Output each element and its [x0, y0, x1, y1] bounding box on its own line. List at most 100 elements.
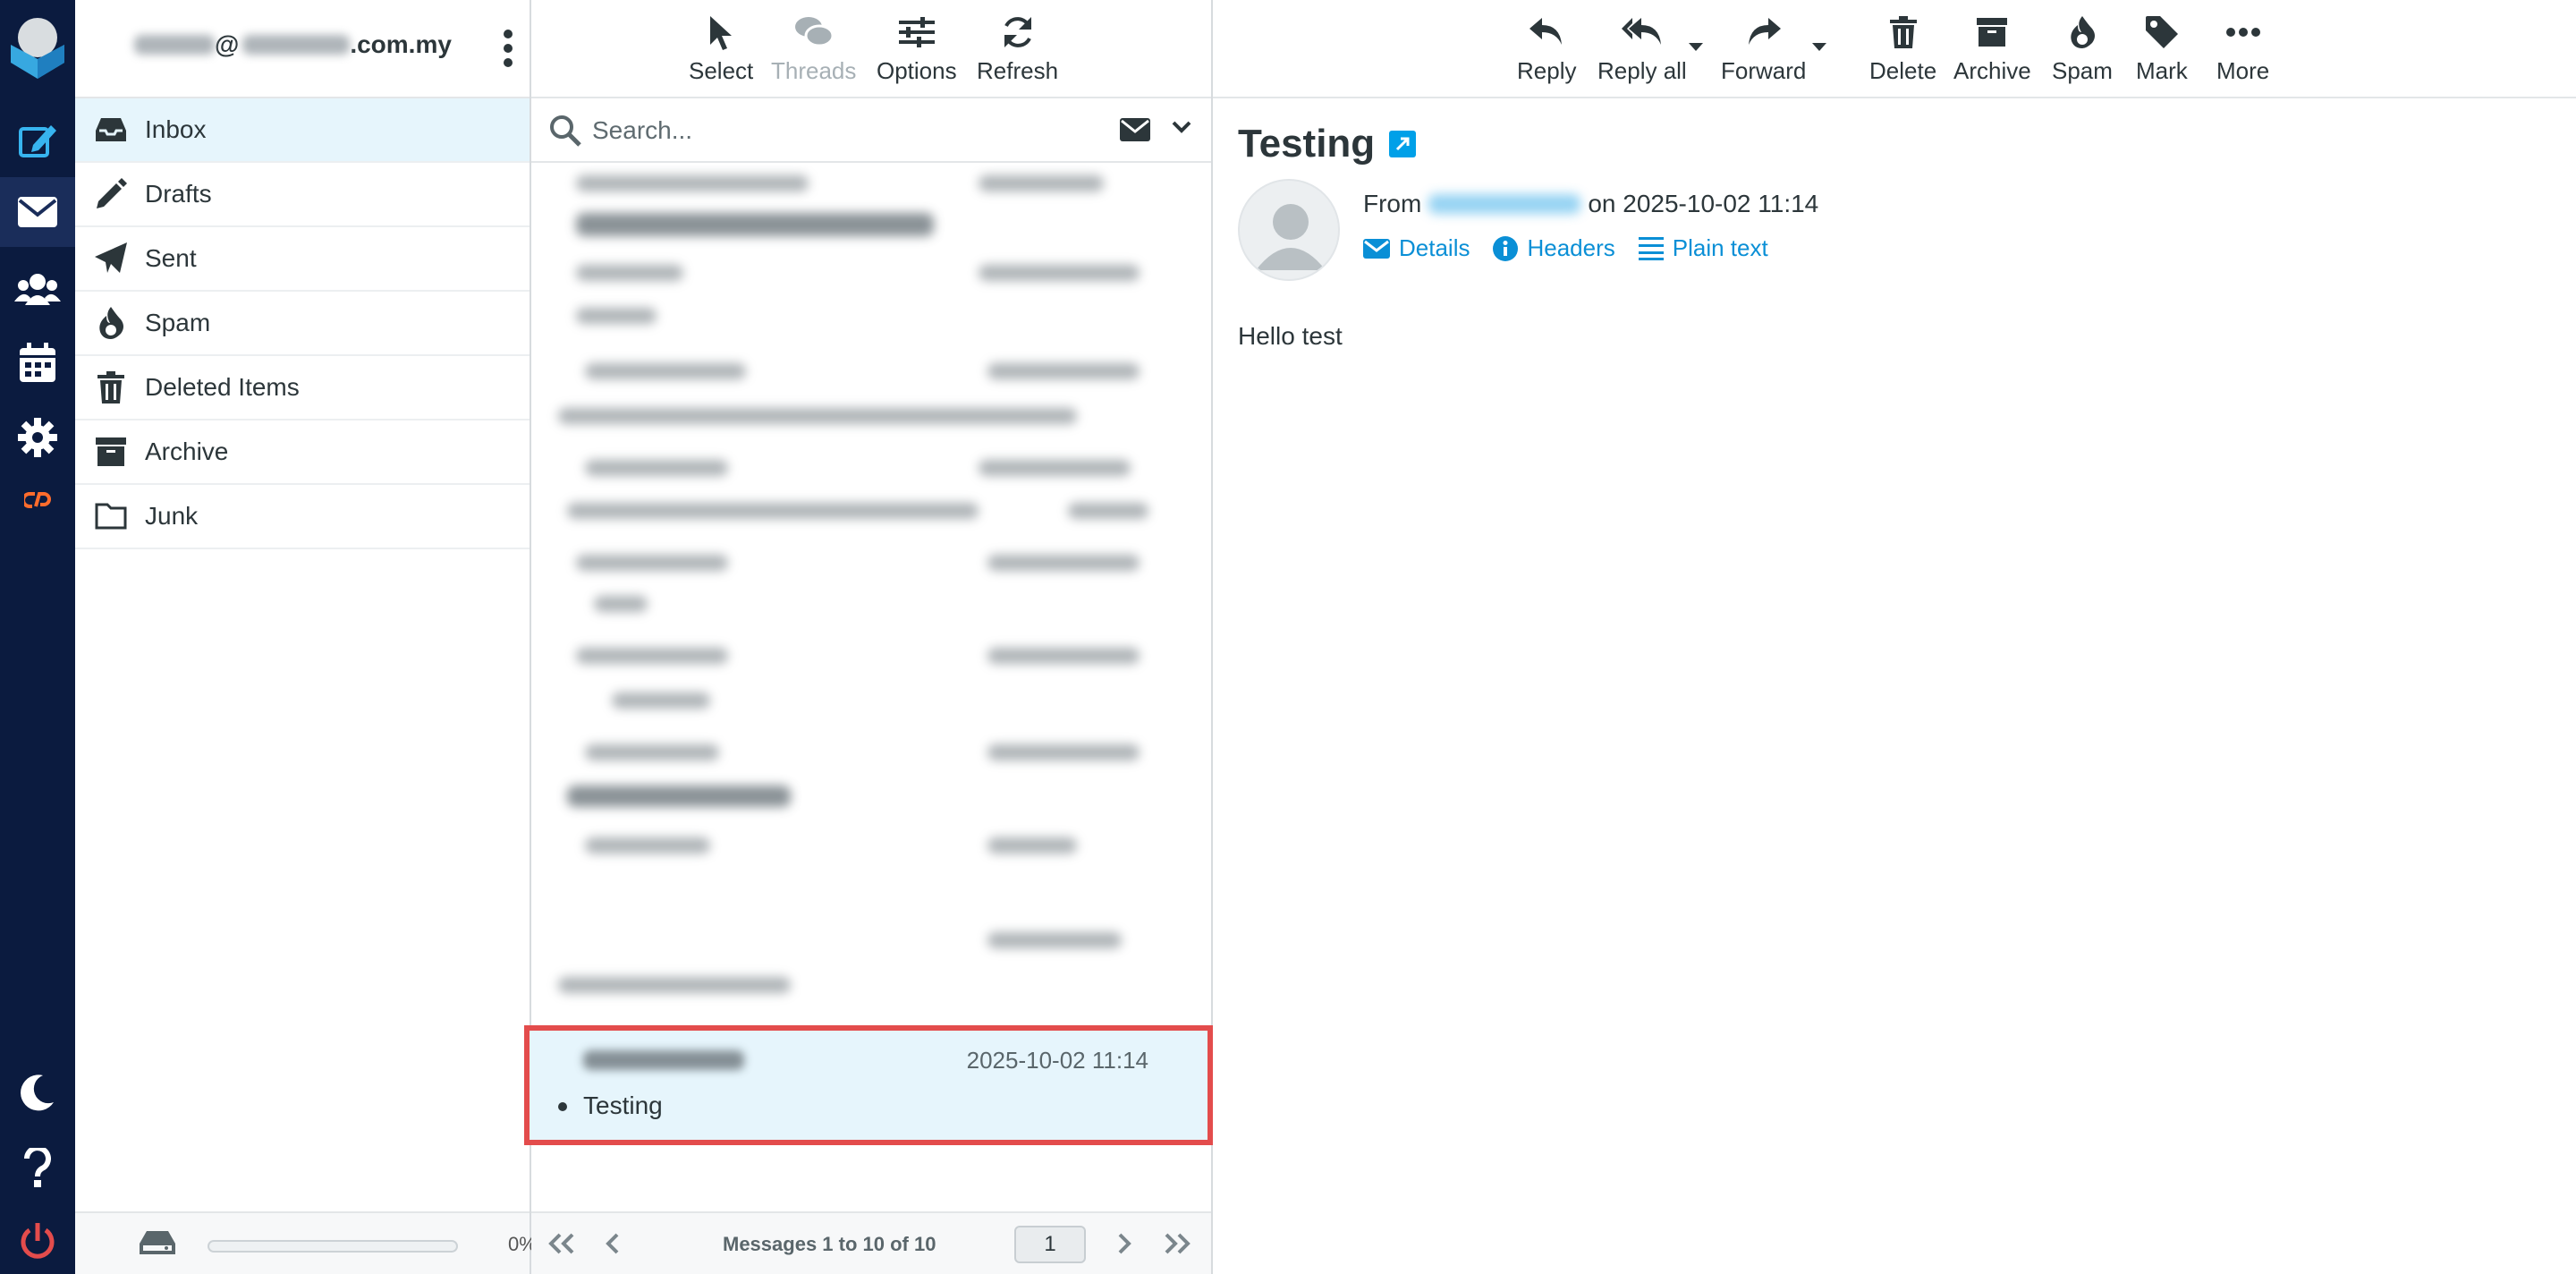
mark-button[interactable]: Mark — [2136, 7, 2188, 85]
chevron-down-icon[interactable] — [1172, 120, 1191, 134]
message-title: Testing — [1238, 122, 1417, 166]
roundcube-logo[interactable] — [5, 11, 70, 82]
contacts-button[interactable] — [0, 254, 75, 324]
refresh-icon — [1004, 17, 1031, 47]
compose-icon — [19, 125, 56, 157]
delete-button[interactable]: Delete — [1869, 7, 1936, 85]
cpanel-icon — [24, 492, 51, 508]
sender-name-blurred — [583, 1050, 744, 1074]
quota-footer: 0% — [75, 1211, 537, 1274]
select-button[interactable]: Select — [689, 7, 753, 85]
folder-label: Junk — [145, 502, 199, 530]
spam-button[interactable]: Spam — [2052, 7, 2113, 85]
archive-button[interactable]: Archive — [1953, 7, 2031, 85]
message-subject: Testing — [583, 1091, 663, 1119]
archive-icon — [1977, 18, 2008, 47]
prev-page-icon[interactable] — [605, 1231, 623, 1256]
message-count: Messages 1 to 10 of 10 — [723, 1233, 936, 1255]
sliders-icon — [898, 17, 935, 47]
folder-label: Deleted Items — [145, 373, 300, 401]
hard-drive-icon — [140, 1231, 175, 1254]
list-item[interactable] — [531, 172, 1211, 261]
headers-link[interactable]: Headers — [1493, 234, 1615, 262]
options-button[interactable]: Options — [877, 7, 957, 85]
envelope-icon — [1363, 238, 1390, 259]
search-bar — [531, 98, 1211, 163]
inbox-icon — [93, 112, 129, 148]
forward-button[interactable]: Forward — [1721, 7, 1806, 85]
compose-button[interactable] — [0, 106, 75, 175]
unread-dot — [558, 1102, 567, 1111]
selected-message-row[interactable]: 2025-10-02 11:14 Testing — [524, 1025, 1213, 1145]
fire-icon — [93, 305, 129, 341]
reply-button[interactable]: Reply — [1517, 7, 1576, 85]
folder-label: Spam — [145, 309, 211, 336]
list-item[interactable] — [531, 265, 1211, 354]
folder-spam[interactable]: Spam — [75, 292, 530, 356]
folder-archive[interactable]: Archive — [75, 420, 530, 485]
mail-button[interactable] — [0, 177, 75, 247]
question-icon — [24, 1148, 51, 1187]
reply-all-dropdown-icon[interactable] — [1689, 43, 1703, 51]
search-input[interactable] — [592, 111, 1057, 150]
account-header: @ .com.my — [75, 0, 530, 98]
message-toolbar: Reply Reply all Forward Delete Archive S… — [1213, 0, 2576, 98]
forward-icon — [1748, 18, 1781, 45]
first-page-icon[interactable] — [547, 1231, 576, 1256]
pagination-bar: Messages 1 to 10 of 10 1 — [531, 1211, 1211, 1274]
align-left-icon — [1638, 236, 1664, 260]
logout-button[interactable] — [0, 1206, 75, 1274]
tag-icon — [2145, 16, 2178, 48]
reply-all-button[interactable]: Reply all — [1597, 7, 1687, 85]
message-date: 2025-10-02 11:14 — [966, 1047, 1148, 1074]
list-item[interactable] — [531, 363, 1211, 453]
open-in-new-window-icon[interactable] — [1389, 131, 1417, 157]
envelope-icon — [18, 197, 57, 227]
folder-label: Sent — [145, 244, 197, 272]
details-link[interactable]: Details — [1363, 234, 1470, 262]
list-item[interactable] — [531, 744, 1211, 834]
info-icon — [1493, 235, 1519, 261]
last-page-icon[interactable] — [1163, 1231, 1191, 1256]
list-item[interactable] — [531, 460, 1211, 549]
forward-dropdown-icon[interactable] — [1812, 43, 1826, 51]
archive-icon — [93, 434, 129, 470]
sender-line: From on 2025-10-02 11:14 — [1363, 190, 1819, 217]
refresh-button[interactable]: Refresh — [977, 7, 1058, 85]
comments-icon — [794, 17, 834, 47]
threads-button[interactable]: Threads — [771, 7, 856, 85]
folder-label: Archive — [145, 437, 229, 465]
trash-icon — [93, 369, 129, 405]
pencil-icon — [93, 176, 129, 212]
folder-sent[interactable]: Sent — [75, 227, 530, 292]
help-button[interactable] — [0, 1133, 75, 1202]
pointer-icon — [710, 16, 733, 50]
calendar-icon — [20, 343, 55, 382]
sender-address-blurred[interactable] — [1428, 194, 1581, 214]
folder-deleted-items[interactable]: Deleted Items — [75, 356, 530, 420]
gear-icon — [18, 418, 57, 457]
folder-drafts[interactable]: Drafts — [75, 163, 530, 227]
next-page-icon[interactable] — [1114, 1231, 1132, 1256]
more-button[interactable]: More — [2216, 7, 2269, 85]
folder-icon — [93, 498, 129, 534]
calendar-button[interactable] — [0, 327, 75, 397]
page-number-input[interactable]: 1 — [1014, 1226, 1086, 1263]
power-icon — [21, 1223, 55, 1259]
account-menu-icon[interactable] — [503, 29, 513, 68]
list-item[interactable] — [531, 555, 1211, 644]
folder-label: Inbox — [145, 115, 207, 143]
envelope-filter-icon[interactable] — [1120, 118, 1150, 141]
moon-icon — [21, 1074, 54, 1111]
list-item[interactable] — [531, 932, 1211, 1022]
folder-junk[interactable]: Junk — [75, 485, 530, 549]
list-item[interactable] — [531, 837, 1211, 927]
webmail-app: @ .com.my Inbox Drafts Sent Spam Deleted… — [0, 0, 2576, 1274]
dark-mode-button[interactable] — [0, 1057, 75, 1127]
plain-text-link[interactable]: Plain text — [1638, 234, 1768, 262]
cpanel-button[interactable] — [0, 465, 75, 535]
reply-icon — [1530, 18, 1563, 45]
list-item[interactable] — [531, 648, 1211, 737]
settings-button[interactable] — [0, 403, 75, 472]
folder-inbox[interactable]: Inbox — [75, 98, 530, 163]
